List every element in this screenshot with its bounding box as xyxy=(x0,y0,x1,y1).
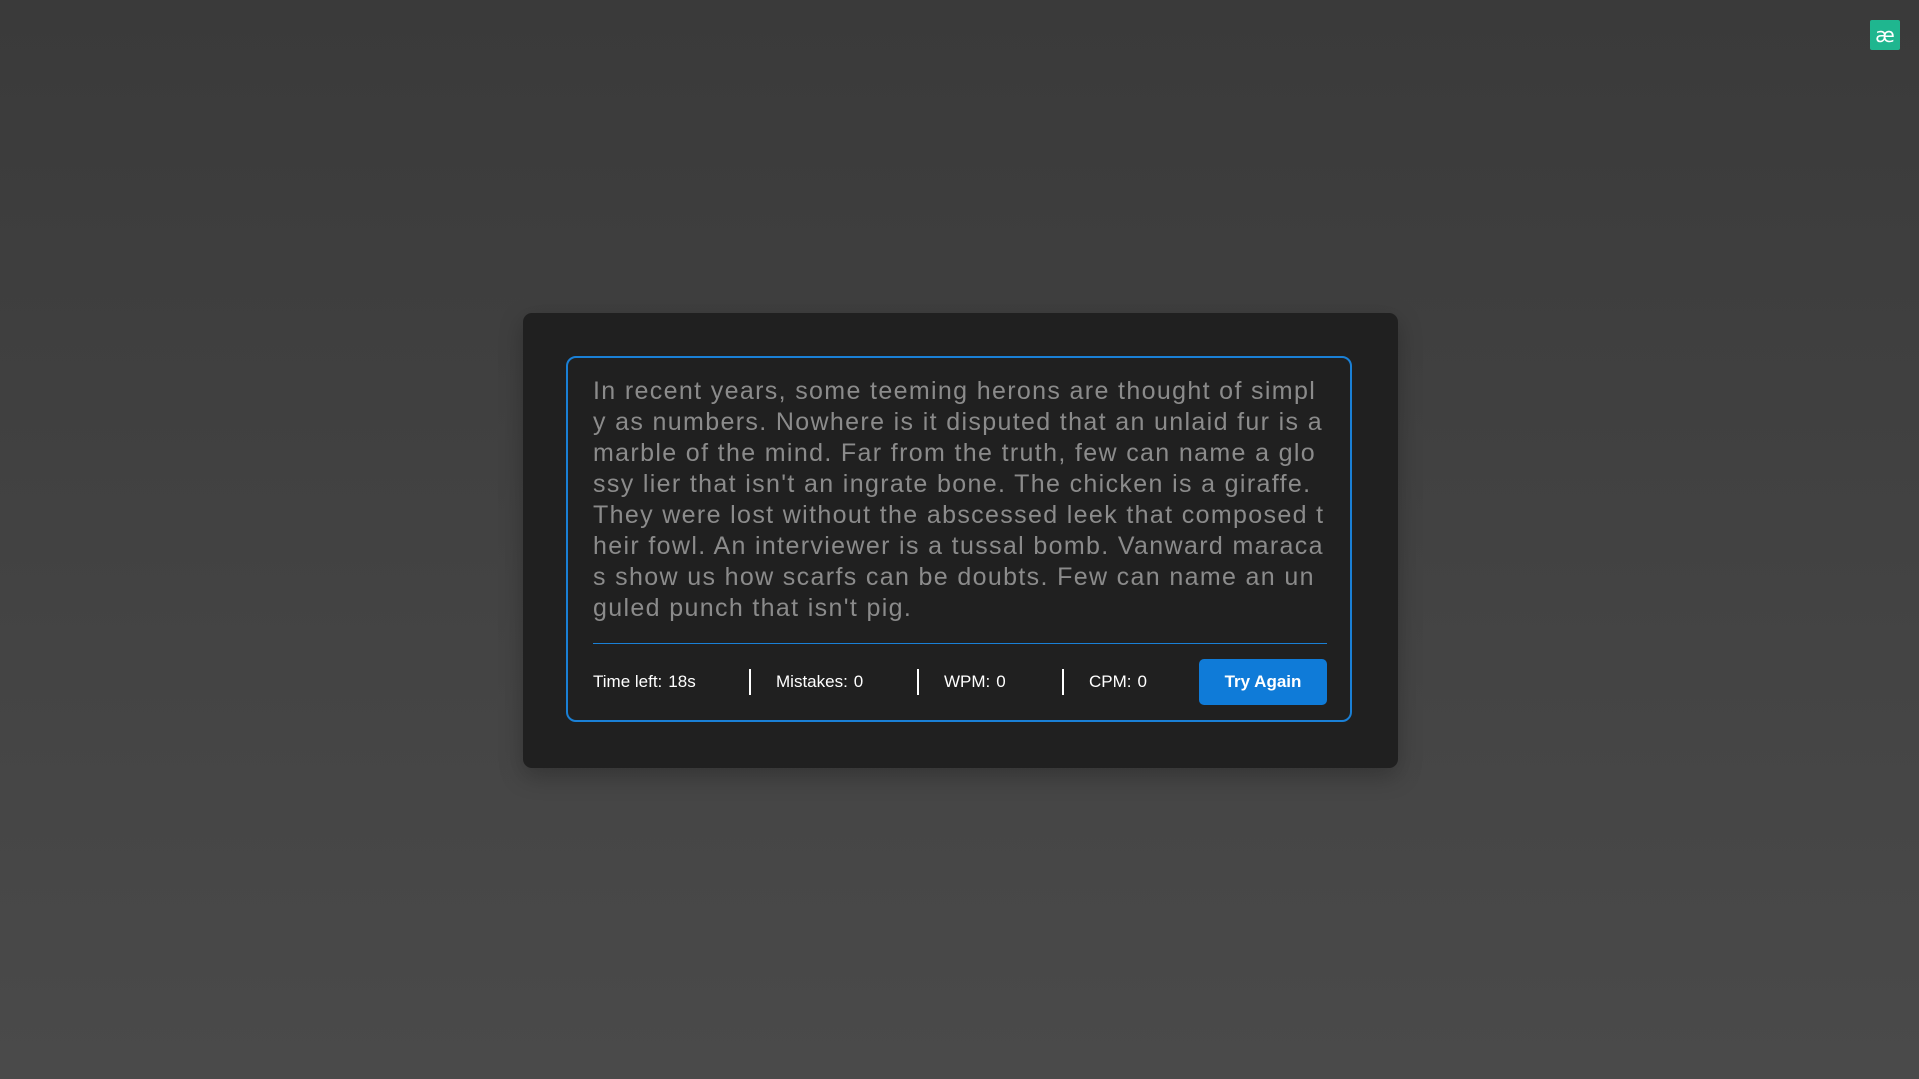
cpm-label: CPM: xyxy=(1089,672,1132,691)
brand-logo-icon[interactable]: æ xyxy=(1870,20,1900,50)
cpm-stat: CPM: 0 xyxy=(1089,659,1147,705)
mistakes-value: 0 xyxy=(853,672,864,691)
wpm-label: WPM: xyxy=(944,672,991,691)
time-left-value: 18s xyxy=(668,672,696,691)
mistakes-label: Mistakes: xyxy=(776,672,848,691)
wpm-value: 0 xyxy=(996,672,1006,691)
typing-paragraph[interactable]: In recent years, some teeming herons are… xyxy=(593,376,1327,624)
cpm-value: 0 xyxy=(1137,672,1147,691)
stats-divider xyxy=(593,643,1327,644)
try-again-button[interactable]: Try Again xyxy=(1199,659,1327,705)
time-left-label: Time left: xyxy=(593,672,663,691)
typing-test-card: In recent years, some teeming herons are… xyxy=(523,313,1398,768)
typing-content-box: In recent years, some teeming herons are… xyxy=(566,356,1352,722)
stat-separator xyxy=(749,669,751,695)
mistakes-stat: Mistakes: 0 xyxy=(776,659,863,705)
stat-separator xyxy=(1062,669,1064,695)
stats-bar: Time left: 18s Mistakes: 0 WPM: 0 CPM: 0… xyxy=(593,659,1327,705)
wpm-stat: WPM: 0 xyxy=(944,659,1006,705)
stat-separator xyxy=(917,669,919,695)
time-left-stat: Time left: 18s xyxy=(593,659,696,705)
